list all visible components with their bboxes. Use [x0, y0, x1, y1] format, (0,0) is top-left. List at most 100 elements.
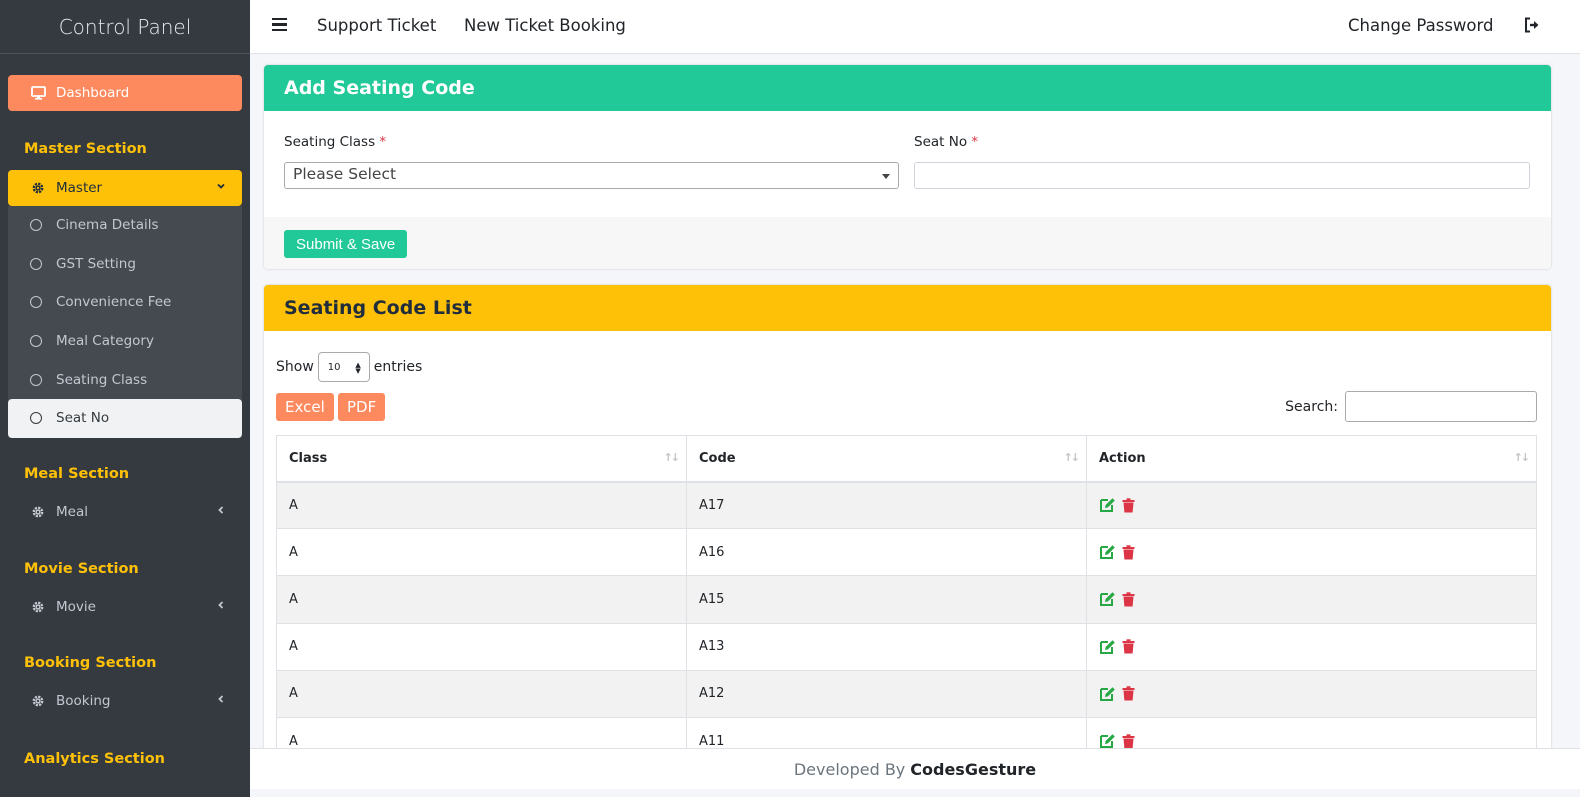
cell-code: A15: [686, 575, 1087, 624]
header-label: Code: [699, 450, 736, 466]
cell-class: A: [276, 575, 687, 624]
sidebar-item-label: Movie: [56, 599, 96, 615]
seating-code-list-card: Seating Code List Show 10 ▲ ▼ entries Exc…: [264, 285, 1551, 755]
table-row: A A15: [276, 575, 1537, 624]
sort-icon: ↑↓: [1513, 451, 1531, 464]
sidebar-item-movie[interactable]: Movie: [8, 589, 242, 625]
trash-icon[interactable]: [1122, 498, 1135, 513]
monitor-icon: [30, 85, 46, 101]
sidebar-item-cinema-details[interactable]: Cinema Details: [8, 206, 242, 245]
entries-length-control: Show 10 ▲ ▼ entries: [276, 352, 422, 382]
card-footer: Submit & Save: [264, 217, 1551, 269]
nav-support-ticket[interactable]: Support Ticket: [317, 16, 436, 35]
show-label: Show: [276, 359, 314, 375]
sidebar: Control Panel Dashboard Master Section M…: [0, 0, 250, 797]
submit-save-button[interactable]: Submit & Save: [284, 230, 408, 258]
sidebar-item-label: Cinema Details: [56, 217, 159, 234]
sidebar-item-meal-category[interactable]: Meal Category: [8, 322, 242, 361]
header-label: Action: [1099, 450, 1146, 466]
required-mark: *: [971, 134, 979, 150]
circle-icon: [30, 335, 42, 348]
entries-value: 10: [327, 361, 341, 373]
cell-action: [1086, 669, 1537, 718]
sort-arrows-icon: ▲ ▼: [355, 361, 361, 375]
nav-new-ticket-booking[interactable]: New Ticket Booking: [464, 16, 626, 35]
sidebar-item-meal[interactable]: Meal: [8, 494, 242, 530]
cell-class: A: [276, 528, 687, 577]
seat-no-input[interactable]: [914, 162, 1530, 189]
entries-label: entries: [373, 359, 423, 375]
circle-icon: [30, 219, 42, 232]
footer-brand[interactable]: CodesGesture: [910, 760, 1036, 779]
edit-icon[interactable]: [1099, 733, 1116, 749]
card-title: Add Seating Code: [264, 65, 1551, 111]
label-text: Seat No: [914, 134, 968, 150]
section-heading-booking: Booking Section: [24, 655, 157, 671]
chevron-left-icon: [216, 504, 226, 518]
label-text: Seating Class: [284, 134, 376, 150]
sidebar-item-seating-class[interactable]: Seating Class: [8, 360, 242, 399]
edit-icon[interactable]: [1099, 639, 1116, 655]
card-title: Seating Code List: [264, 285, 1551, 331]
search-input[interactable]: [1345, 391, 1537, 422]
gear-icon: [30, 180, 46, 196]
master-submenu: Cinema Details GST Setting Convenience F…: [8, 206, 242, 438]
edit-icon[interactable]: [1099, 497, 1116, 513]
cell-class: A: [276, 480, 687, 530]
sidebar-item-master[interactable]: Master: [8, 170, 242, 206]
edit-icon[interactable]: [1099, 591, 1116, 607]
sidebar-item-label: Convenience Fee: [56, 294, 172, 311]
cell-code: A13: [686, 622, 1087, 671]
trash-icon[interactable]: [1122, 592, 1135, 607]
column-header-code[interactable]: Code ↑↓: [686, 435, 1087, 483]
column-header-action[interactable]: Action ↑↓: [1086, 435, 1537, 483]
sidebar-item-label: Master: [56, 180, 103, 196]
edit-icon[interactable]: [1099, 544, 1116, 560]
hamburger-icon[interactable]: [272, 18, 287, 32]
table-search: Search:: [1285, 391, 1537, 422]
chevron-left-icon: [216, 599, 226, 613]
section-heading-analytics: Analytics Section: [24, 751, 165, 767]
circle-icon: [30, 257, 42, 270]
table-row: A A16: [276, 528, 1537, 577]
sidebar-item-convenience-fee[interactable]: Convenience Fee: [8, 283, 242, 322]
logout-icon[interactable]: [1524, 17, 1541, 37]
gear-icon: [30, 504, 46, 520]
pdf-button[interactable]: PDF: [338, 393, 386, 421]
edit-icon[interactable]: [1099, 686, 1116, 702]
sidebar-item-booking[interactable]: Booking: [8, 683, 242, 719]
required-mark: *: [379, 134, 387, 150]
sidebar-item-seat-no[interactable]: Seat No: [8, 398, 242, 438]
entries-select[interactable]: 10 ▲ ▼: [317, 352, 370, 382]
sidebar-item-dashboard[interactable]: Dashboard: [8, 75, 242, 111]
column-header-class[interactable]: Class ↑↓: [276, 435, 687, 483]
sidebar-item-label: Booking: [56, 693, 111, 709]
table-row: A A12: [276, 669, 1537, 718]
brand-title[interactable]: Control Panel: [0, 0, 250, 54]
header-label: Class: [289, 450, 328, 466]
sidebar-item-gst-setting[interactable]: GST Setting: [8, 245, 242, 284]
cell-code: A17: [686, 480, 1087, 530]
sort-icon: ↑↓: [1063, 451, 1081, 464]
search-label: Search:: [1285, 398, 1338, 415]
page-footer: Developed By CodesGesture: [250, 748, 1580, 789]
sidebar-item-label: Meal: [56, 504, 88, 520]
cell-action: [1086, 528, 1537, 577]
footer-prefix: Developed By: [793, 759, 906, 779]
cell-action: [1086, 480, 1537, 530]
sidebar-item-label: GST Setting: [56, 255, 136, 272]
trash-icon[interactable]: [1122, 545, 1135, 560]
trash-icon[interactable]: [1122, 686, 1135, 701]
section-heading-meal: Meal Section: [24, 466, 130, 482]
chevron-left-icon: [216, 693, 226, 707]
nav-change-password[interactable]: Change Password: [1348, 16, 1494, 35]
chevron-down-icon: [216, 180, 226, 194]
seating-class-label: Seating Class *: [284, 134, 386, 150]
circle-icon: [30, 412, 42, 425]
excel-button[interactable]: Excel: [276, 393, 334, 421]
seating-code-table: Class ↑↓ Code ↑↓ Action ↑↓ A A17 A A16 A A15 A A13…: [276, 435, 1537, 755]
trash-icon[interactable]: [1122, 639, 1135, 654]
trash-icon[interactable]: [1122, 733, 1135, 749]
seating-class-select[interactable]: Please Select: [284, 162, 899, 189]
table-row: A A17: [276, 480, 1537, 530]
